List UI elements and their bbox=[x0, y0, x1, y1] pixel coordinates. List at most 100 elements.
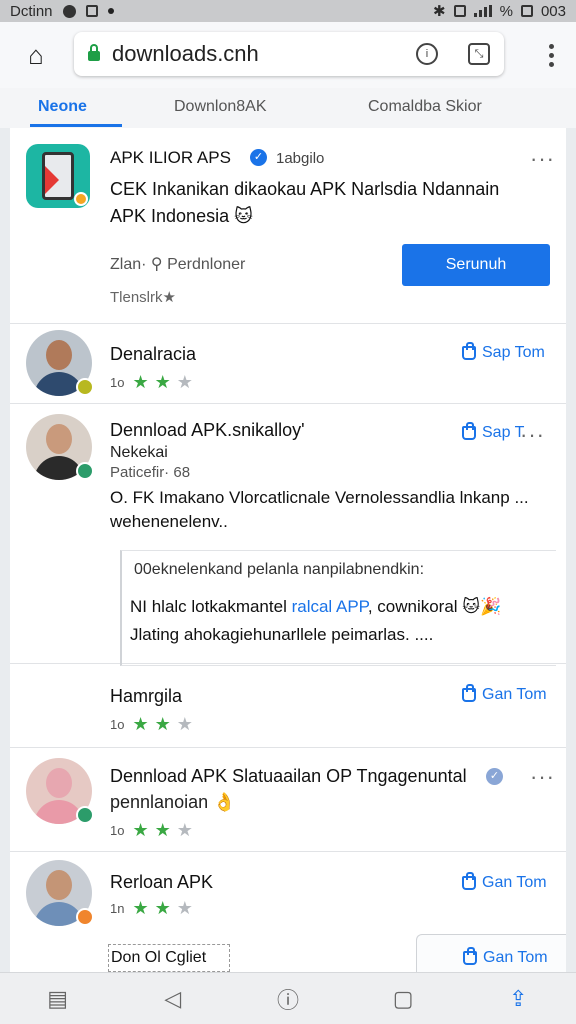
more-options-icon[interactable]: ··· bbox=[530, 148, 555, 170]
post-author[interactable]: Dennload APK Slatuaailan OP Tngagenuntal bbox=[110, 766, 467, 787]
tab-switcher-icon[interactable]: ⤡ bbox=[468, 43, 490, 65]
app-description-line: APK Indonesia 🐱 bbox=[110, 206, 253, 226]
dot-icon bbox=[107, 8, 114, 14]
post-subtitle: pennlanoian 👌 bbox=[110, 792, 236, 812]
app-description-line: CEK Inkanikan dikaokau APK Narlsdia Ndan… bbox=[110, 179, 500, 199]
post-body-line: wehenenelenv.. bbox=[110, 512, 228, 531]
address-bar[interactable]: downloads.cnh i ⤡ bbox=[74, 32, 504, 76]
signal-icon bbox=[473, 5, 492, 17]
rating-stars: 1o ★ ★ ★ bbox=[110, 820, 193, 841]
app-icon[interactable] bbox=[26, 144, 90, 208]
like-button[interactable]: Sap T bbox=[462, 422, 525, 442]
back-icon[interactable]: ◁ bbox=[157, 983, 189, 1015]
thumbs-up-icon bbox=[462, 342, 476, 360]
post-body-line: O. FK Imakano Vlorcatlicnale Vernolessan… bbox=[110, 488, 529, 507]
star-icon: ★ bbox=[154, 820, 171, 840]
thumbs-up-icon bbox=[462, 422, 476, 440]
star-icon: ★ bbox=[176, 898, 193, 918]
quote-title: 00eknelenkand pelanla nanpilabnendkin: bbox=[134, 561, 425, 578]
quote-text: Jlating ahokagiehunarllele peimarlas. ..… bbox=[130, 625, 434, 644]
app-card: APK ILIOR APS ✓ 1abgilo ··· CEK Inkanika… bbox=[10, 128, 566, 324]
info-icon[interactable]: ⓘ bbox=[272, 983, 304, 1015]
rating-stars: 1o ★ ★ ★ bbox=[110, 714, 193, 735]
screenshot-icon bbox=[85, 5, 98, 17]
star-icon: ★ bbox=[132, 898, 149, 918]
like-label: Sap Tom bbox=[482, 344, 545, 361]
status-bar: Dctinn ✱ % 003 bbox=[0, 0, 576, 22]
like-button[interactable]: Gan Tom bbox=[462, 684, 547, 704]
browser-toolbar: ⌂ downloads.cnh i ⤡ bbox=[0, 22, 576, 88]
post-meta: Paticefir· 68 bbox=[110, 464, 191, 481]
tab-home[interactable]: Neone bbox=[38, 98, 87, 116]
like-button[interactable]: Sap Tom bbox=[462, 342, 545, 362]
quote-text: NI hlalc lotkakmantel bbox=[130, 597, 292, 616]
like-button[interactable]: Gan Tom bbox=[462, 872, 547, 892]
chat-icon[interactable]: ▢ bbox=[387, 983, 419, 1015]
post-item: Denalracia 1o ★ ★ ★ Sap Tom bbox=[10, 324, 566, 404]
badge-icon bbox=[76, 462, 94, 480]
tabs-icon[interactable]: ▤ bbox=[42, 983, 74, 1015]
more-vert-icon[interactable] bbox=[549, 44, 554, 67]
rating-stars: 1n ★ ★ ★ bbox=[110, 898, 193, 919]
floating-panel: Gan Tom bbox=[416, 934, 566, 972]
app-rating: Tlenslrk★ bbox=[110, 289, 176, 306]
star-icon: ★ bbox=[154, 898, 171, 918]
quoted-post[interactable]: 00eknelenkand pelanla nanpilabnendkin: N… bbox=[120, 550, 556, 666]
post-body: O. FK Imakano Vlorcatlicnale Vernolessan… bbox=[110, 486, 550, 534]
post-author[interactable]: Dennload APK.snikalloy' bbox=[110, 420, 305, 441]
home-icon[interactable]: ⌂ bbox=[0, 40, 72, 71]
reader-icon[interactable]: i bbox=[416, 43, 438, 65]
rating-label: 1o bbox=[110, 717, 125, 732]
post-subtitle: Nekekai bbox=[110, 444, 168, 461]
clock-label: 003 bbox=[540, 2, 566, 20]
star-icon: ★ bbox=[154, 372, 171, 392]
verified-icon: ✓ bbox=[250, 149, 267, 166]
app-description: CEK Inkanikan dikaokau APK Narlsdia Ndan… bbox=[110, 176, 530, 230]
tab-community[interactable]: Comaldba Skior bbox=[368, 98, 482, 116]
share-icon[interactable]: ⇪ bbox=[502, 983, 534, 1015]
star-icon: ★ bbox=[176, 372, 193, 392]
post-author[interactable]: Denalracia bbox=[110, 344, 196, 365]
app-meta: Zlan· ⚲ Perdnloner bbox=[110, 254, 245, 274]
more-options-icon[interactable]: ··· bbox=[520, 424, 545, 446]
bottom-nav: ▤ ◁ ⓘ ▢ ⇪ bbox=[0, 972, 576, 1024]
tab-downloads[interactable]: Downlon8AK bbox=[174, 98, 267, 116]
like-button[interactable]: Gan Tom bbox=[463, 947, 548, 967]
notification-icon bbox=[62, 4, 76, 18]
more-options-icon[interactable]: ··· bbox=[530, 766, 555, 788]
rating-stars: 1o ★ ★ ★ bbox=[110, 372, 193, 393]
post-author[interactable]: Hamrgila bbox=[110, 686, 182, 707]
like-label: Gan Tom bbox=[482, 686, 547, 703]
like-label: Sap T bbox=[482, 424, 525, 441]
carrier-label: Dctinn bbox=[10, 2, 53, 20]
rating-label: 1o bbox=[110, 375, 125, 390]
post-item: Hamrgila 1o ★ ★ ★ Gan Tom bbox=[10, 666, 566, 748]
active-tab-indicator bbox=[30, 124, 122, 127]
thumbs-up-icon bbox=[463, 947, 477, 965]
search-icon: ⚲ bbox=[150, 256, 168, 273]
post-item: Dennload APK Slatuaailan OP Tngagenuntal… bbox=[10, 748, 566, 852]
app-meta-right: Perdnloner bbox=[167, 256, 246, 273]
thumbs-up-icon bbox=[462, 684, 476, 702]
app-name[interactable]: APK ILIOR APS bbox=[110, 148, 231, 168]
quote-link[interactable]: ralcal APP bbox=[292, 597, 368, 616]
rating-label: 1o bbox=[110, 823, 125, 838]
star-icon: ★ bbox=[132, 714, 149, 734]
badge-icon bbox=[76, 806, 94, 824]
app-meta-left: Zlan· bbox=[110, 256, 147, 273]
battery-icon bbox=[520, 5, 533, 17]
star-icon: ★ bbox=[176, 820, 193, 840]
quote-text: , cownikoral 🐱🎉 bbox=[367, 597, 502, 616]
star-icon: ★ bbox=[132, 820, 149, 840]
compose-chip[interactable]: Don Ol Cgliet bbox=[108, 944, 230, 972]
install-button[interactable]: Serunuh bbox=[402, 244, 550, 286]
feed[interactable]: APK ILIOR APS ✓ 1abgilo ··· CEK Inkanika… bbox=[10, 128, 566, 972]
verified-icon: ✓ bbox=[486, 768, 503, 785]
like-label: Gan Tom bbox=[483, 949, 548, 966]
like-label: Gan Tom bbox=[482, 874, 547, 891]
star-icon: ★ bbox=[154, 714, 171, 734]
thumbs-up-icon bbox=[462, 872, 476, 890]
vibrate-icon bbox=[453, 5, 466, 17]
star-icon: ★ bbox=[176, 714, 193, 734]
post-author[interactable]: Rerloan APK bbox=[110, 872, 213, 893]
